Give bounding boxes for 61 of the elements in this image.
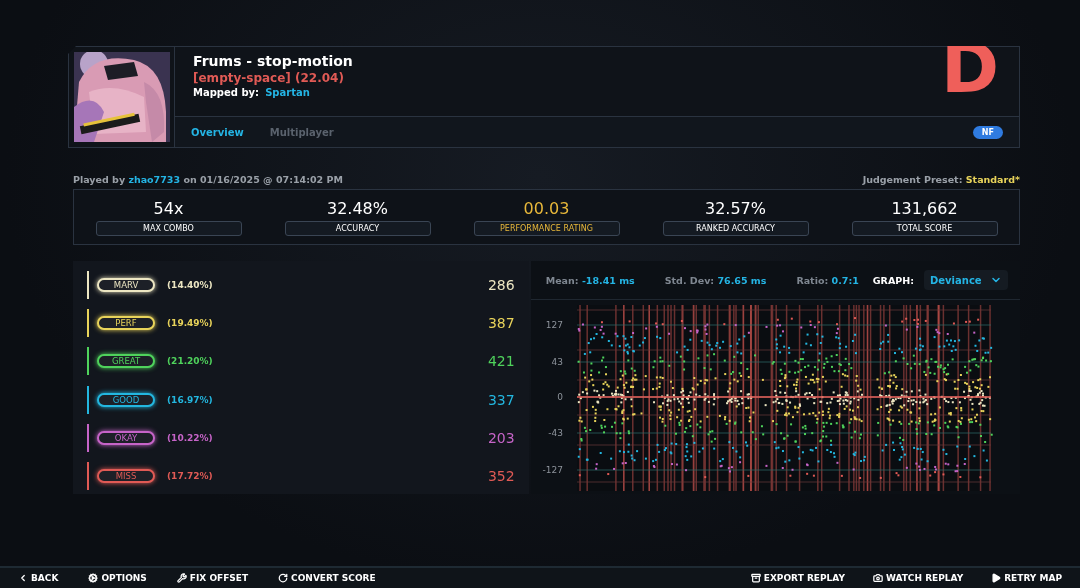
player-link[interactable]: zhao7733 bbox=[128, 174, 181, 185]
judgement-preset-text: Judgement Preset: Standard* bbox=[862, 174, 1020, 185]
rotate-icon bbox=[278, 573, 289, 583]
judgement-count: 203 bbox=[487, 429, 515, 446]
judgement-count: 337 bbox=[487, 391, 515, 408]
stat-value: 00.03 bbox=[523, 198, 570, 218]
ratio-text: Ratio: 0.7:1 bbox=[796, 274, 859, 286]
modifier-badge: NF bbox=[972, 125, 1003, 139]
judgement-name: MISS bbox=[97, 468, 155, 483]
stat-value: 32.57% bbox=[705, 198, 766, 218]
song-title: Frums - stop-motion bbox=[193, 53, 354, 69]
judgement-count: 387 bbox=[487, 315, 515, 332]
judgement-percent: (16.97%) bbox=[167, 394, 213, 405]
judgement-percent: (17.72%) bbox=[167, 470, 213, 481]
judgement-percent: (14.40%) bbox=[167, 280, 213, 290]
stat-label: ACCURACY bbox=[284, 220, 431, 236]
judgement-percent: (19.49%) bbox=[167, 318, 213, 329]
tab[interactable]: Overview bbox=[191, 126, 244, 138]
judgement-name: GOOD bbox=[97, 392, 155, 407]
axis-tick-label: 127 bbox=[545, 320, 563, 330]
wrench-icon bbox=[176, 573, 187, 583]
stat-label: PERFORMANCE RATING bbox=[473, 220, 620, 236]
axis-tick-label: -127 bbox=[542, 465, 563, 475]
back-icon bbox=[18, 573, 28, 583]
mean-text: Mean: -18.41 ms bbox=[545, 274, 635, 286]
stat-value: 54x bbox=[153, 198, 184, 218]
stat-label: RANKED ACCURACY bbox=[662, 220, 809, 236]
judgement-percent: (21.20%) bbox=[167, 356, 213, 367]
footer-button[interactable]: WATCH REPLAY bbox=[872, 573, 964, 583]
axis-tick-label: -43 bbox=[548, 428, 563, 438]
axis-tick-label: 0 bbox=[556, 392, 563, 402]
axis-tick-label: 43 bbox=[551, 357, 563, 367]
judgement-percent: (10.22%) bbox=[167, 432, 213, 443]
played-by-text: Played by zhao7733 on 01/16/2025 @ 07:14:02 PM bbox=[73, 174, 343, 185]
camera-icon bbox=[872, 573, 883, 583]
std-dev-text: Std. Dev: 76.65 ms bbox=[664, 274, 767, 286]
footer-button[interactable]: OPTIONS bbox=[88, 573, 147, 583]
stat-value: 131,662 bbox=[891, 198, 958, 218]
mapper-link[interactable]: Spartan bbox=[265, 87, 310, 98]
footer-button[interactable]: BACK bbox=[18, 573, 59, 583]
graph-label: GRAPH: bbox=[872, 274, 914, 286]
mapper-label: Mapped by: bbox=[193, 87, 260, 98]
difficulty-name: [empty-space] (22.04) bbox=[193, 71, 345, 85]
judgement-count: 421 bbox=[487, 353, 515, 370]
footer-button[interactable]: CONVERT SCORE bbox=[278, 573, 376, 583]
judgement-name: OKAY bbox=[97, 430, 155, 445]
judgement-count: 352 bbox=[487, 467, 515, 484]
graph-mode-dropdown[interactable]: Deviance bbox=[924, 270, 1008, 290]
judgement-name: GREAT bbox=[97, 354, 155, 369]
judgement-name: PERF bbox=[97, 316, 155, 331]
stat-value: 32.48% bbox=[327, 198, 388, 218]
stat-label: MAX COMBO bbox=[95, 220, 242, 236]
stat-label: TOTAL SCORE bbox=[851, 220, 998, 236]
gear-icon bbox=[88, 573, 99, 583]
play-icon bbox=[991, 573, 1002, 583]
footer-button[interactable]: FIX OFFSET bbox=[176, 573, 249, 583]
footer-button[interactable]: EXPORT REPLAY bbox=[750, 573, 845, 583]
box-icon bbox=[750, 573, 761, 583]
judgement-count: 286 bbox=[487, 277, 515, 293]
footer-button[interactable]: RETRY MAP bbox=[991, 573, 1062, 583]
judgement-name: MARV bbox=[97, 278, 155, 292]
